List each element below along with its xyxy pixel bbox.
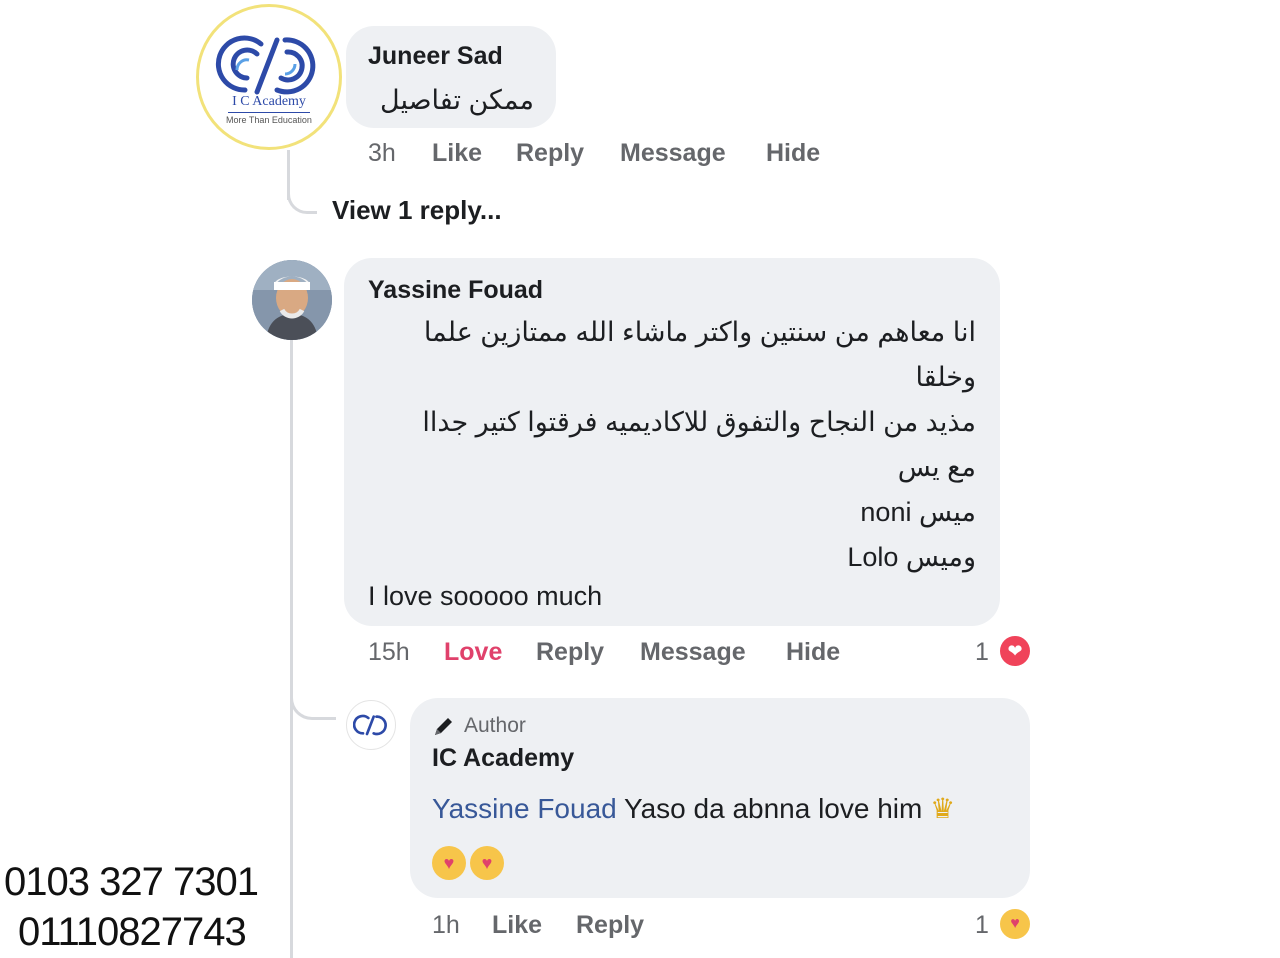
academy-logo-icon — [215, 35, 316, 94]
reaction-count[interactable]: 1 — [975, 638, 989, 667]
comment-body-arabic: انا معاهم من سنتين واكتر ماشاء الله ممتا… — [356, 310, 976, 580]
ic-academy-avatar[interactable] — [346, 700, 396, 750]
logo-name: I C Academy — [232, 93, 306, 109]
crown-icon: ♛ — [930, 793, 956, 824]
hide-button[interactable]: Hide — [786, 638, 840, 667]
like-button[interactable]: Like — [492, 911, 542, 940]
reply-button[interactable]: Reply — [516, 139, 584, 168]
thread-curve-2 — [290, 678, 336, 720]
reply-author[interactable]: IC Academy — [432, 744, 574, 773]
reply-button[interactable]: Reply — [576, 911, 644, 940]
reaction-count[interactable]: 1 — [975, 911, 989, 940]
comment-line: انا معاهم من سنتين واكتر ماشاء الله ممتا… — [423, 317, 976, 347]
thread-line-2 — [290, 340, 293, 958]
academy-logo-avatar[interactable]: I C Academy More Than Education — [196, 4, 342, 150]
love-button[interactable]: Love — [444, 638, 502, 667]
profile-photo — [252, 260, 332, 340]
comment-line: مذيد من النجاح والتفوق للاكاديميه فرقتوا… — [422, 407, 976, 437]
comment-bubble-juneer: Juneer Sad ممكن تفاصيل — [346, 26, 556, 128]
academy-logo-icon — [353, 714, 387, 736]
reply-emojis: ♥ ♥ — [432, 846, 504, 880]
hide-button[interactable]: Hide — [766, 139, 820, 168]
heart-icon[interactable]: ❤ — [998, 634, 1032, 668]
comment-time[interactable]: 15h — [368, 638, 410, 667]
author-badge: Author — [432, 714, 526, 738]
mention-link[interactable]: Yassine Fouad — [432, 793, 617, 824]
comment-bubble-yassine: Yassine Fouad انا معاهم من سنتين واكتر م… — [344, 258, 1000, 626]
reply-bubble-ic-academy: Author IC Academy Yassine Fouad Yaso da … — [410, 698, 1030, 898]
phone-number-2: 01110827743 — [18, 910, 247, 954]
view-replies-link[interactable]: View 1 reply... — [332, 195, 502, 226]
smiling-face-with-hearts-icon: ♥ — [470, 846, 504, 880]
reply-text: Yaso da abnna love him — [624, 793, 923, 824]
thread-curve-1 — [287, 178, 317, 214]
message-button[interactable]: Message — [640, 638, 746, 667]
comment-author[interactable]: Juneer Sad — [368, 42, 503, 71]
logo-tagline: More Than Education — [226, 114, 312, 125]
phone-number-1: 0103 327 7301 — [4, 860, 259, 904]
comment-time[interactable]: 3h — [368, 139, 396, 168]
comment-author[interactable]: Yassine Fouad — [368, 276, 543, 305]
smiling-face-with-hearts-icon: ♥ — [432, 846, 466, 880]
comment-line: ميس noni — [860, 497, 976, 527]
reply-button[interactable]: Reply — [536, 638, 604, 667]
comment-line-english: I love sooooo much — [368, 581, 603, 611]
care-icon[interactable]: ♥ — [998, 907, 1032, 941]
message-button[interactable]: Message — [620, 139, 726, 168]
author-badge-label: Author — [464, 714, 526, 737]
like-button[interactable]: Like — [432, 139, 482, 168]
reply-text-row: Yassine Fouad Yaso da abnna love him ♛ — [432, 792, 955, 825]
reply-time[interactable]: 1h — [432, 911, 460, 940]
pencil-icon — [435, 718, 452, 735]
comment-line: مع يس — [897, 452, 976, 482]
comment-text: ممكن تفاصيل — [380, 85, 534, 115]
logo-divider — [228, 111, 310, 113]
yassine-avatar[interactable] — [252, 260, 332, 340]
comment-line: وخلقا — [915, 362, 976, 392]
